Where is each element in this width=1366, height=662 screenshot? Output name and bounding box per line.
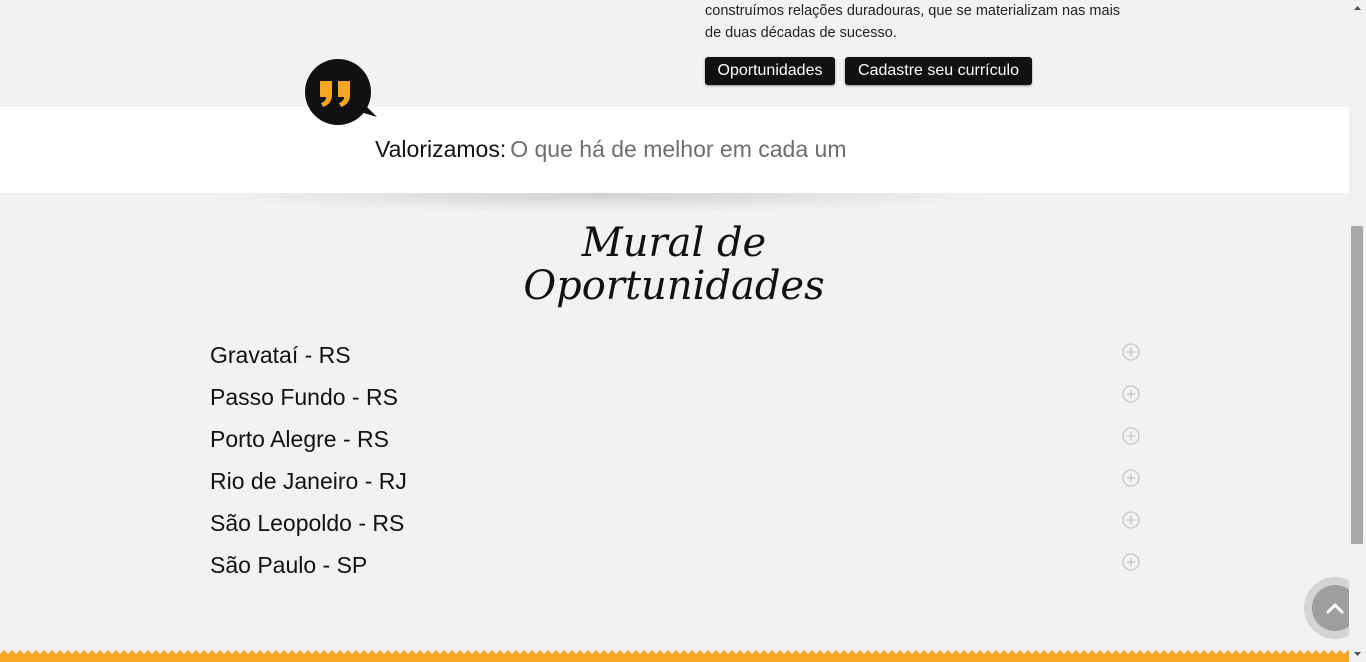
expand-plus-icon[interactable] [1122, 427, 1140, 445]
city-item-rio-de-janeiro[interactable]: Rio de Janeiro - RJ [210, 462, 1150, 504]
quote-bubble-icon [305, 59, 377, 125]
mural-title-line: Mural de [581, 220, 767, 266]
city-label: Gravataí - RS [210, 342, 351, 368]
expand-plus-icon[interactable] [1122, 511, 1140, 529]
cadastre-curriculo-button[interactable]: Cadastre seu currículo [845, 57, 1032, 85]
intro-text-line: de duas décadas de sucesso. [705, 25, 897, 41]
city-item-gravatai[interactable]: Gravataí - RS [210, 336, 1150, 378]
city-label: Passo Fundo - RS [210, 384, 398, 410]
vertical-scrollbar[interactable] [1349, 0, 1366, 662]
page: construímos relações duradouras, que se … [0, 0, 1349, 662]
city-item-porto-alegre[interactable]: Porto Alegre - RS [210, 420, 1150, 462]
expand-plus-icon[interactable] [1122, 385, 1140, 403]
mural-title-line: Oportunidades [523, 263, 825, 309]
scroll-up-arrow-icon[interactable] [1349, 0, 1366, 17]
values-value: O que há de melhor em cada um [510, 136, 847, 162]
city-label: São Paulo - SP [210, 552, 368, 578]
mural-title: Mural de Oportunidades [474, 222, 874, 308]
oportunidades-button[interactable]: Oportunidades [705, 57, 835, 85]
intro-text-line: construímos relações duradouras, que se … [705, 3, 1121, 19]
values-statement: Valorizamos: O que há de melhor em cada u… [375, 136, 846, 163]
band-shadow [190, 193, 1010, 213]
values-label: Valorizamos: [375, 136, 507, 162]
scroll-down-arrow-icon[interactable] [1349, 645, 1366, 662]
city-label: Rio de Janeiro - RJ [210, 468, 407, 494]
city-list: Gravataí - RS Passo Fundo - RS Porto Ale… [210, 336, 1150, 588]
city-label: Porto Alegre - RS [210, 426, 389, 452]
city-item-sao-paulo[interactable]: São Paulo - SP [210, 546, 1150, 588]
expand-plus-icon[interactable] [1122, 553, 1140, 571]
scrollbar-thumb[interactable] [1351, 226, 1363, 544]
city-label: São Leopoldo - RS [210, 510, 405, 536]
intro-text: construímos relações duradouras, que se … [705, 0, 1145, 44]
expand-plus-icon[interactable] [1122, 469, 1140, 487]
city-item-passo-fundo[interactable]: Passo Fundo - RS [210, 378, 1150, 420]
expand-plus-icon[interactable] [1122, 343, 1140, 361]
city-item-sao-leopoldo[interactable]: São Leopoldo - RS [210, 504, 1150, 546]
footer-orange-edge [0, 650, 1349, 662]
